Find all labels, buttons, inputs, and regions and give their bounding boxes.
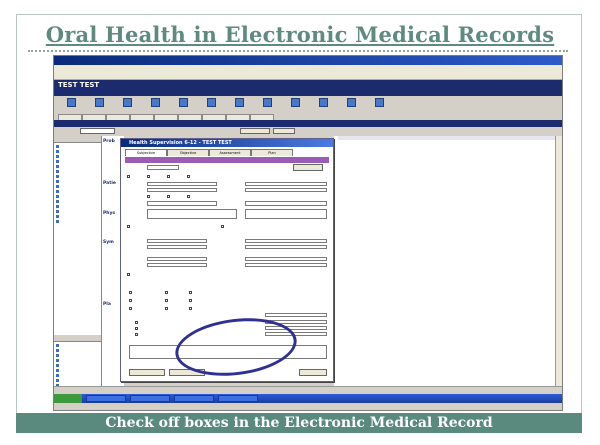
search-row: [54, 127, 562, 136]
text-field[interactable]: [245, 245, 327, 249]
toolbar: [54, 72, 562, 80]
oral-health-checkbox[interactable]: [129, 307, 132, 310]
panel-header: [54, 136, 101, 143]
text-field[interactable]: [245, 257, 327, 261]
dialog-tab-plan[interactable]: Plan: [251, 149, 293, 156]
dialog-tab-subjective[interactable]: Subjective: [125, 149, 167, 156]
checkbox[interactable]: [127, 273, 130, 276]
patient-name: TEST TEST: [58, 81, 100, 89]
taskbar-item[interactable]: [174, 395, 214, 402]
action-button[interactable]: [273, 128, 295, 134]
module-icon[interactable]: [86, 98, 112, 111]
dialog-tab-objective[interactable]: Objective: [167, 149, 209, 156]
section-label-patient: Patie: [103, 181, 116, 186]
checkbox[interactable]: [135, 333, 138, 336]
notes-field[interactable]: [245, 209, 327, 219]
module-icon-bar: [54, 96, 562, 114]
module-icon[interactable]: [310, 98, 336, 111]
page-status-bar: [54, 403, 562, 410]
checkbox[interactable]: [167, 175, 170, 178]
action-button[interactable]: [240, 128, 270, 134]
oral-health-checkbox[interactable]: [129, 291, 132, 294]
footer-button[interactable]: [129, 369, 165, 376]
checkbox[interactable]: [147, 195, 150, 198]
module-icon[interactable]: [366, 98, 392, 111]
checkbox[interactable]: [187, 175, 190, 178]
slide-title: Oral Health in Electronic Medical Record…: [45, 22, 555, 47]
module-icon[interactable]: [282, 98, 308, 111]
checkbox[interactable]: [187, 195, 190, 198]
module-icon[interactable]: [198, 98, 224, 111]
dropdown[interactable]: [245, 201, 327, 206]
text-field[interactable]: [147, 263, 207, 267]
module-icon[interactable]: [170, 98, 196, 111]
slide-caption: Check off boxes in the Electronic Medica…: [16, 413, 582, 433]
slide: Oral Health in Electronic Medical Record…: [0, 0, 600, 445]
chart-tabs: [54, 113, 562, 120]
panel-header: [54, 335, 101, 342]
text-field[interactable]: [245, 188, 327, 192]
encounter-strip: [54, 120, 562, 127]
text-field[interactable]: [147, 188, 217, 192]
text-field[interactable]: [147, 182, 217, 186]
chart-document-pane: [334, 136, 562, 386]
row-highlight: [338, 136, 562, 140]
oral-health-checkbox[interactable]: [165, 291, 168, 294]
emr-screenshot: TEST TEST Prob Patie Phys Sym Pla Health…: [53, 55, 563, 411]
section-label-symptoms: Sym: [103, 240, 114, 245]
dialog-title: Health Supervision 6-12 - TEST TEST: [121, 139, 333, 147]
text-field[interactable]: [265, 313, 327, 317]
close-button[interactable]: [299, 369, 327, 376]
section-label-plan: Pla: [103, 302, 111, 307]
text-field[interactable]: [147, 257, 207, 261]
oral-health-checkbox[interactable]: [165, 299, 168, 302]
notes-field[interactable]: [147, 209, 237, 219]
oral-health-checkbox[interactable]: [165, 307, 168, 310]
patient-banner: TEST TEST: [54, 80, 562, 96]
start-button[interactable]: [54, 394, 82, 403]
module-icon[interactable]: [254, 98, 280, 111]
module-icon[interactable]: [338, 98, 364, 111]
checkbox[interactable]: [221, 225, 224, 228]
checkbox[interactable]: [167, 195, 170, 198]
dropdown[interactable]: [147, 201, 217, 206]
vertical-scrollbar[interactable]: [555, 136, 562, 386]
window-titlebar: [54, 56, 562, 65]
module-icon[interactable]: [226, 98, 252, 111]
taskbar-item[interactable]: [130, 395, 170, 402]
text-field[interactable]: [245, 239, 327, 243]
text-field[interactable]: [245, 263, 327, 267]
taskbar-item[interactable]: [218, 395, 258, 402]
dialog-tabs: Subjective Objective Assessment Plan: [125, 149, 329, 156]
navigation-panel: [54, 136, 102, 392]
previous-button[interactable]: [293, 164, 323, 171]
checkbox[interactable]: [135, 321, 138, 324]
search-input[interactable]: [80, 128, 115, 134]
dialog-tab-assessment[interactable]: Assessment: [209, 149, 251, 156]
section-label-physical: Phys: [103, 211, 116, 216]
text-field[interactable]: [245, 182, 327, 186]
checkbox[interactable]: [127, 225, 130, 228]
oral-health-checkbox[interactable]: [189, 307, 192, 310]
text-field[interactable]: [147, 239, 207, 243]
oral-health-checkbox[interactable]: [189, 299, 192, 302]
visit-type-select[interactable]: [147, 165, 179, 170]
module-icon[interactable]: [58, 98, 84, 111]
module-icon[interactable]: [142, 98, 168, 111]
checkbox[interactable]: [127, 175, 130, 178]
section-label-problems: Prob: [103, 139, 115, 144]
checkbox[interactable]: [135, 327, 138, 330]
menu-bar: [54, 65, 562, 72]
oral-health-checkbox[interactable]: [189, 291, 192, 294]
module-icon[interactable]: [114, 98, 140, 111]
checkbox[interactable]: [147, 175, 150, 178]
oral-health-checkbox[interactable]: [129, 299, 132, 302]
text-field[interactable]: [147, 245, 207, 249]
windows-taskbar: [54, 394, 562, 403]
title-divider: [28, 50, 568, 52]
taskbar-item[interactable]: [86, 395, 126, 402]
